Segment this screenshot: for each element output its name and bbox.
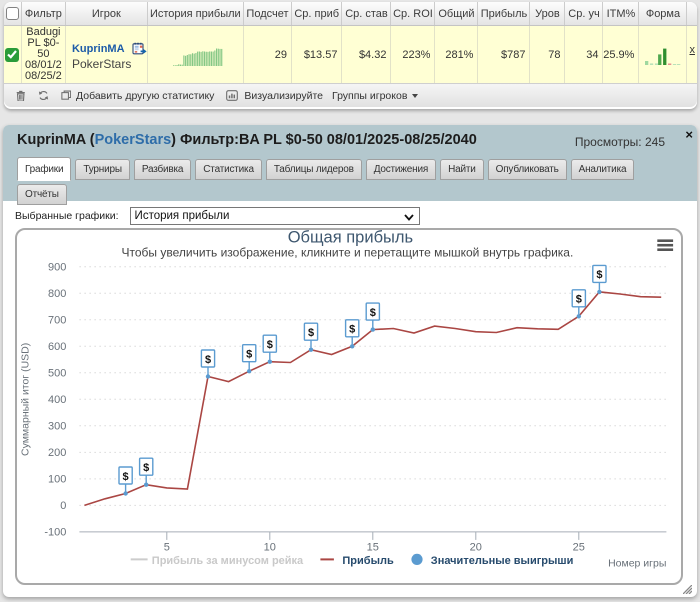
svg-text:$: $ — [143, 462, 149, 474]
svg-text:0: 0 — [60, 500, 66, 512]
svg-text:$: $ — [246, 348, 252, 360]
svg-text:$: $ — [349, 323, 355, 335]
svg-text:100: 100 — [48, 473, 66, 485]
svg-text:Значительные выигрыши: Значительные выигрыши — [430, 554, 573, 566]
svg-text:Прибыль за минусом рейка: Прибыль за минусом рейка — [151, 554, 303, 566]
svg-text:900: 900 — [48, 261, 66, 273]
svg-text:20: 20 — [469, 541, 481, 553]
svg-text:25: 25 — [572, 541, 584, 553]
svg-text:500: 500 — [48, 367, 66, 379]
svg-text:-100: -100 — [44, 526, 66, 538]
svg-text:15: 15 — [366, 541, 378, 553]
svg-text:$: $ — [369, 306, 375, 318]
svg-text:10: 10 — [263, 541, 275, 553]
svg-text:400: 400 — [48, 394, 66, 406]
svg-text:$: $ — [266, 339, 272, 351]
svg-text:$: $ — [596, 269, 602, 281]
svg-text:Номер игры: Номер игры — [608, 557, 666, 569]
svg-text:Суммарный итог (USD): Суммарный итог (USD) — [19, 342, 31, 455]
svg-text:Прибыль: Прибыль — [342, 554, 394, 566]
svg-text:$: $ — [575, 293, 581, 305]
svg-text:800: 800 — [48, 288, 66, 300]
svg-text:700: 700 — [48, 314, 66, 326]
svg-text:$: $ — [122, 470, 128, 482]
svg-text:300: 300 — [48, 420, 66, 432]
svg-text:5: 5 — [163, 541, 169, 553]
svg-text:600: 600 — [48, 341, 66, 353]
svg-text:Чтобы увеличить изображение, к: Чтобы увеличить изображение, кликните и … — [121, 245, 573, 259]
svg-text:$: $ — [308, 327, 314, 339]
svg-text:$: $ — [205, 353, 211, 365]
svg-text:Общая прибыль: Общая прибыль — [287, 228, 412, 246]
svg-text:200: 200 — [48, 447, 66, 459]
